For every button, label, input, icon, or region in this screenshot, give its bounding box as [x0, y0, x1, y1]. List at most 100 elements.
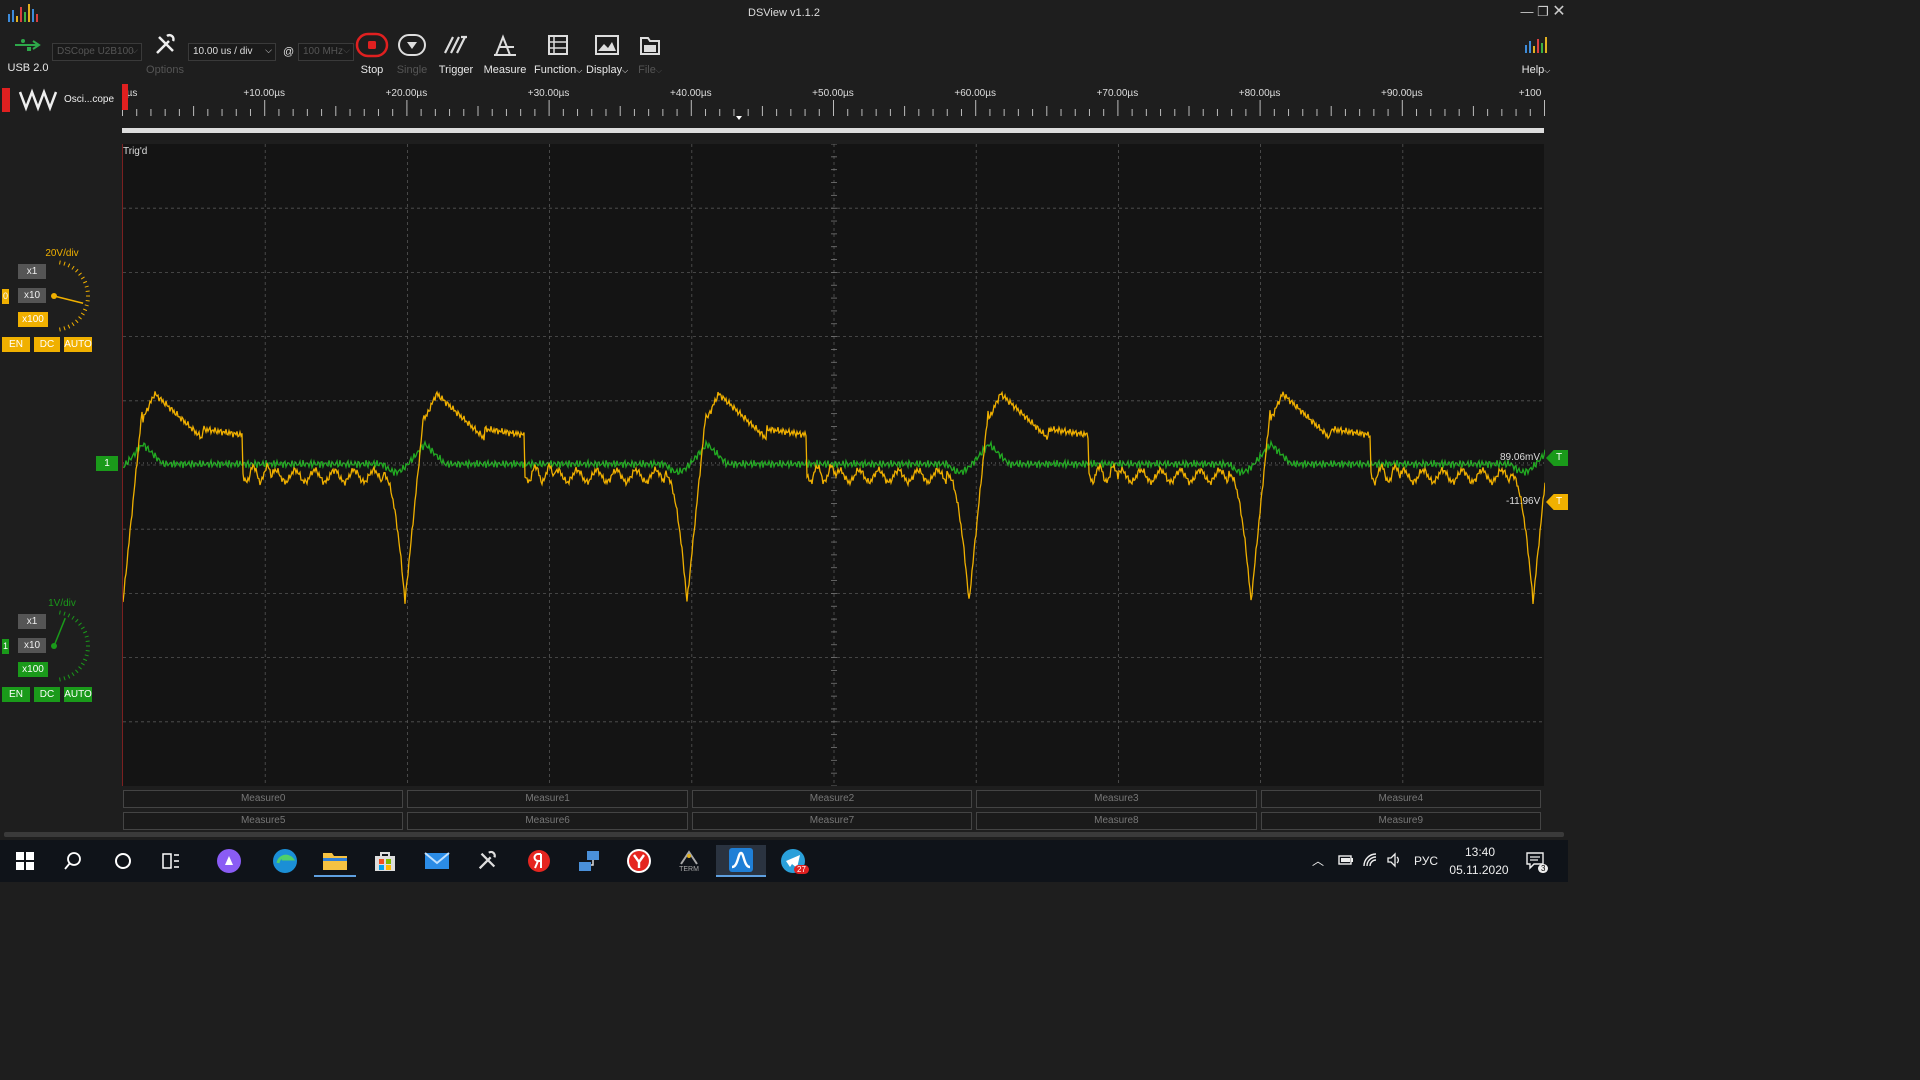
chevron-down-icon: ⌵ — [131, 45, 138, 55]
timebase-select[interactable]: 10.00 us / div ⌵ — [188, 43, 276, 61]
measure-slot[interactable]: Measure9 — [1260, 812, 1541, 830]
edge-icon — [273, 849, 297, 873]
telegram-app[interactable]: 27 — [772, 845, 814, 877]
telegram-badge: 27 — [794, 865, 809, 874]
channel-index-tag: 0 — [2, 289, 9, 304]
auto-button[interactable]: AUTO — [64, 687, 92, 702]
ruler-start-marker[interactable] — [122, 84, 128, 110]
yandex-app[interactable] — [518, 845, 560, 877]
dsview-tools-app[interactable] — [466, 845, 508, 877]
term-app[interactable]: TERM — [668, 845, 710, 877]
measure-slot[interactable]: Measure2 — [691, 790, 973, 808]
ruler-tick-label: +70.00µs — [1096, 88, 1139, 99]
ruler-tick-label: µs — [126, 88, 138, 99]
store-icon — [375, 852, 395, 871]
network-app[interactable] — [568, 845, 610, 877]
mail-icon — [424, 852, 450, 869]
clock-time[interactable]: 13:40 — [1450, 845, 1510, 859]
chevron-down-icon: ⌵ — [622, 66, 629, 75]
channel-0-trigger-marker[interactable]: T — [1546, 494, 1568, 510]
start-button[interactable] — [4, 845, 46, 877]
mode-label[interactable]: Osci...cope — [64, 94, 114, 105]
close-button[interactable]: ✕ — [1550, 3, 1568, 21]
wifi-icon[interactable] — [1362, 852, 1378, 868]
at-label: @ — [283, 46, 295, 58]
battery-icon[interactable] — [1338, 854, 1354, 866]
measure-slot[interactable]: Measure6 — [407, 812, 688, 830]
channel-1-trigger-marker[interactable]: T — [1546, 450, 1568, 466]
dsview-app[interactable] — [716, 845, 766, 877]
volume-icon[interactable] — [1386, 852, 1402, 868]
search-icon — [64, 852, 81, 870]
ruler-tick-label: +30.00µs — [527, 88, 570, 99]
trigger-button[interactable]: Trigger — [436, 30, 476, 76]
ruler-tick-label: +90.00µs — [1380, 88, 1423, 99]
coupling-dc-button[interactable]: DC — [34, 337, 60, 352]
probe-x10-button[interactable]: x10 — [18, 288, 46, 303]
help-button[interactable]: Help⌵ — [1516, 30, 1556, 76]
tools-icon — [478, 850, 496, 870]
tray-expand-icon[interactable]: ︿ — [1312, 852, 1324, 869]
measure-slot[interactable]: Measure4 — [1260, 790, 1541, 808]
trigger-icon — [436, 30, 476, 60]
function-button[interactable]: Function⌵ — [534, 30, 582, 76]
language-indicator[interactable]: РУС — [1414, 854, 1438, 868]
mode-indicator — [2, 88, 10, 112]
trigger-status: Trig'd — [123, 146, 148, 157]
horizontal-scrollbar[interactable] — [4, 832, 1564, 837]
help-logo-icon — [1516, 30, 1556, 60]
oscilloscope-mode-icon[interactable] — [18, 88, 58, 112]
probe-x1-button[interactable]: x1 — [18, 614, 46, 629]
ruler-tick-label: +10.00µs — [243, 88, 286, 99]
explorer-app[interactable] — [314, 845, 356, 877]
probe-x10-button[interactable]: x10 — [18, 638, 46, 653]
folder-icon — [323, 853, 347, 870]
time-ruler[interactable]: µs +10.00µs +20.00µs +30.00µs +40.00µs +50.00… — [122, 84, 1546, 136]
volts-per-div-dial[interactable] — [50, 606, 94, 686]
notification-badge: 3 — [1538, 864, 1549, 873]
coupling-dc-button[interactable]: DC — [34, 687, 60, 702]
measure-slot[interactable]: Measure8 — [976, 812, 1257, 830]
options-button[interactable]: Options — [146, 30, 184, 76]
mail-app[interactable] — [416, 845, 458, 877]
alice-icon — [217, 849, 241, 873]
measure-slot[interactable]: Measure5 — [123, 812, 404, 830]
store-app[interactable] — [364, 845, 406, 877]
channel-enable-button[interactable]: EN — [2, 337, 30, 352]
edge-app[interactable] — [264, 845, 306, 877]
channel-0-level: -11.96V — [1506, 496, 1541, 507]
measure-button[interactable]: Measure — [482, 30, 528, 76]
stop-button[interactable]: Stop — [354, 30, 390, 76]
task-view-button[interactable] — [150, 845, 192, 877]
samplerate-select[interactable]: 100 MHz ⌵ — [298, 43, 354, 61]
single-icon — [394, 30, 430, 60]
folder-icon — [632, 30, 668, 60]
yandex-browser-app[interactable] — [618, 845, 660, 877]
chevron-down-icon: ⌵ — [265, 45, 272, 55]
display-button[interactable]: Display⌵ — [586, 30, 628, 76]
ruler-tick-label: +80.00µs — [1238, 88, 1281, 99]
measure-slot[interactable]: Measure3 — [976, 790, 1257, 808]
probe-x1-button[interactable]: x1 — [18, 264, 46, 279]
volts-per-div-dial[interactable] — [50, 256, 94, 336]
channel-enable-button[interactable]: EN — [2, 687, 30, 702]
channel-index-tag: 1 — [2, 639, 9, 654]
waveform-plot[interactable]: Trig'd — [122, 144, 1545, 786]
probe-x100-button[interactable]: x100 — [18, 312, 48, 327]
single-button[interactable]: Single — [394, 30, 430, 76]
search-button[interactable] — [52, 845, 94, 877]
auto-button[interactable]: AUTO — [64, 337, 92, 352]
usb-status: USB 2.0 — [6, 30, 50, 74]
measure-slot[interactable]: Measure0 — [123, 790, 404, 808]
measure-slot[interactable]: Measure1 — [407, 790, 688, 808]
device-select[interactable]: DSCope U2B100 ⌵ — [52, 43, 142, 61]
cortana-button[interactable] — [102, 845, 144, 877]
alice-app[interactable] — [208, 845, 250, 877]
channel-1-offset-marker[interactable]: 1 — [96, 456, 118, 471]
ruler-tick-label: +100 — [1518, 88, 1542, 99]
probe-x100-button[interactable]: x100 — [18, 662, 48, 677]
toolbar: USB 2.0 DSCope U2B100 ⌵ Options 10.00 us … — [0, 26, 1568, 84]
measure-slot[interactable]: Measure7 — [691, 812, 973, 830]
clock-date[interactable]: 05.11.2020 — [1446, 863, 1512, 877]
file-button[interactable]: File⌵ — [632, 30, 668, 76]
